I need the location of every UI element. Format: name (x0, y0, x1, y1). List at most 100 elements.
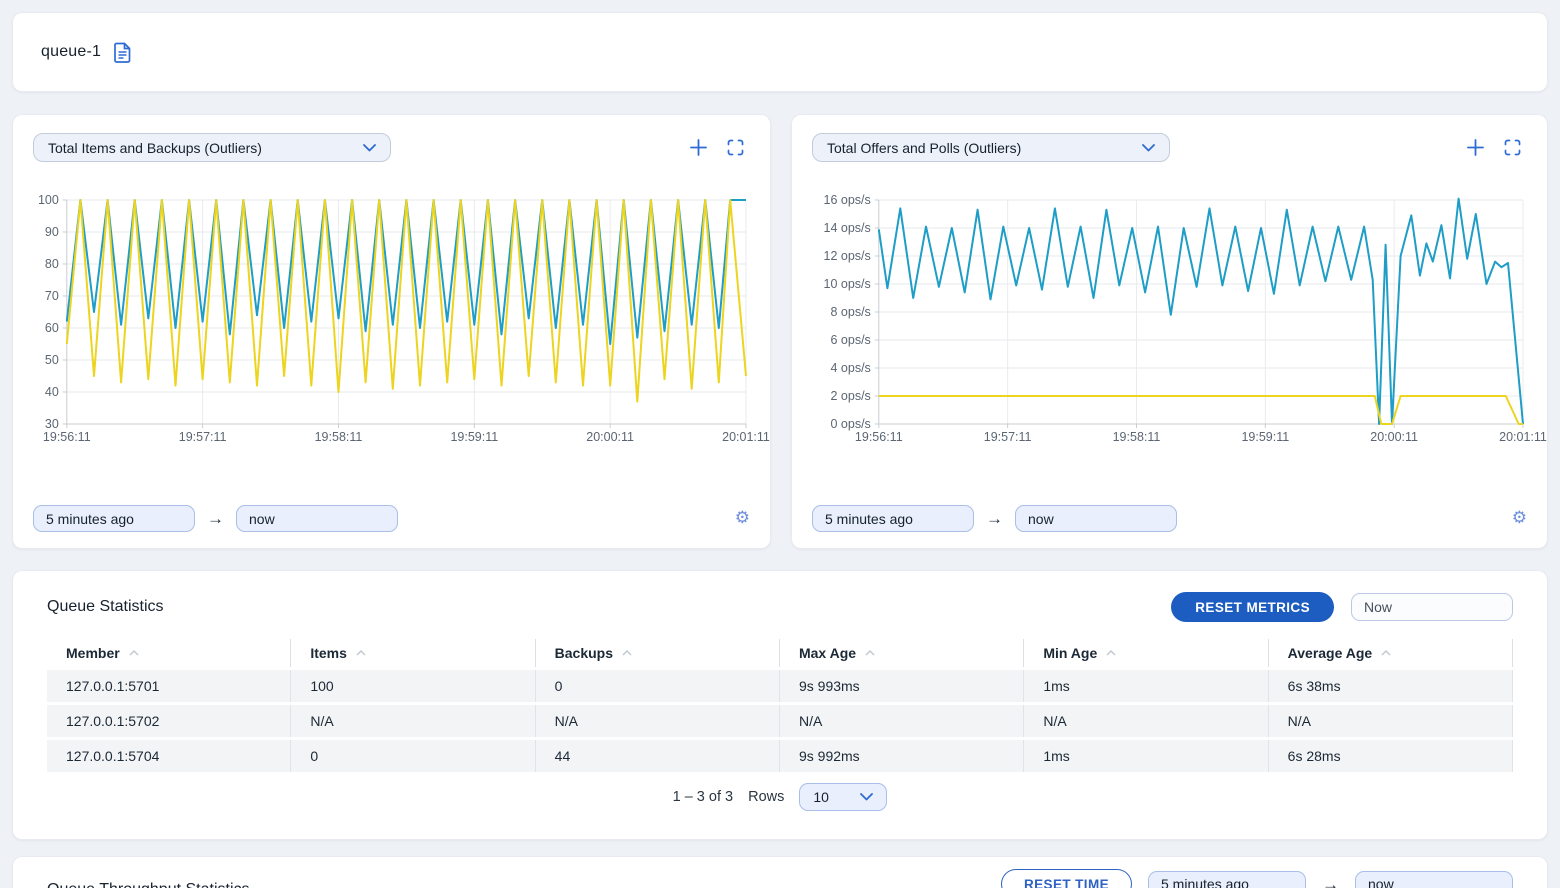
cell-items: 100 (291, 670, 535, 702)
cell-member: 127.0.0.1:5702 (47, 705, 291, 737)
metric-selector-label: Total Items and Backups (Outliers) (48, 140, 262, 156)
offers-polls-chart[interactable]: 0 ops/s 2 ops/s 4 ops/s 6 ops/s 8 ops/s 10 op… (812, 194, 1527, 446)
items-backups-chart-card: Total Items and Backups (Outliers) 30 40 5… (12, 114, 771, 549)
rows-per-page-select[interactable]: 10 (799, 783, 887, 811)
cell-max-age: 9s 993ms (780, 670, 1024, 702)
svg-text:60: 60 (45, 321, 59, 335)
chevron-down-icon (363, 144, 376, 152)
svg-text:100: 100 (38, 193, 59, 207)
time-from-input[interactable]: 5 minutes ago (33, 505, 195, 532)
svg-text:90: 90 (45, 225, 59, 239)
time-from-input[interactable]: 5 minutes ago (1148, 871, 1306, 888)
sort-asc-icon (356, 650, 366, 656)
svg-text:19:56:11: 19:56:11 (43, 430, 91, 444)
page-title: queue-1 (41, 43, 101, 61)
stats-time-input[interactable]: Now (1351, 593, 1513, 621)
cell-max-age: N/A (780, 705, 1024, 737)
svg-text:40: 40 (45, 385, 59, 399)
time-to-input[interactable]: now (1015, 505, 1177, 532)
cell-member: 127.0.0.1:5704 (47, 740, 291, 772)
table-row[interactable]: 127.0.0.1:5704 0 44 9s 992ms 1ms 6s 28ms (47, 740, 1513, 772)
svg-text:4 ops/s: 4 ops/s (830, 361, 870, 375)
sort-asc-icon (1381, 650, 1391, 656)
sort-asc-icon (129, 650, 139, 656)
svg-text:2 ops/s: 2 ops/s (830, 389, 870, 403)
column-header-average-age[interactable]: Average Age (1269, 639, 1513, 667)
svg-text:19:57:11: 19:57:11 (984, 430, 1032, 444)
cell-min-age: 1ms (1024, 740, 1268, 772)
svg-text:6 ops/s: 6 ops/s (830, 333, 870, 347)
column-header-backups[interactable]: Backups (536, 639, 780, 667)
svg-text:19:59:11: 19:59:11 (1241, 430, 1289, 444)
cell-backups: 0 (536, 670, 780, 702)
cell-items: 0 (291, 740, 535, 772)
cell-min-age: 1ms (1024, 670, 1268, 702)
cell-backups: 44 (536, 740, 780, 772)
svg-text:50: 50 (45, 353, 59, 367)
svg-text:12 ops/s: 12 ops/s (824, 249, 871, 263)
table-header: Member Items Backups Max Age Min Age Ave… (47, 639, 1513, 667)
chevron-down-icon (860, 793, 873, 801)
rows-per-page-label: Rows (748, 789, 784, 805)
svg-text:0 ops/s: 0 ops/s (830, 417, 870, 431)
queue-throughput-card: Queue Throughput Statistics RESET TIME 5… (12, 856, 1548, 888)
settings-gear-icon[interactable]: ⚙ (735, 510, 750, 527)
svg-text:19:57:11: 19:57:11 (179, 430, 227, 444)
metric-selector[interactable]: Total Items and Backups (Outliers) (33, 133, 391, 162)
column-header-min-age[interactable]: Min Age (1024, 639, 1268, 667)
cell-backups: N/A (536, 705, 780, 737)
svg-text:20:01:11: 20:01:11 (722, 430, 770, 444)
fullscreen-icon[interactable] (1504, 139, 1521, 156)
range-arrow-icon: → (986, 510, 1003, 527)
cell-min-age: N/A (1024, 705, 1268, 737)
cell-max-age: 9s 992ms (780, 740, 1024, 772)
svg-text:80: 80 (45, 257, 59, 271)
range-arrow-icon: → (1322, 876, 1339, 888)
svg-text:16 ops/s: 16 ops/s (824, 193, 871, 207)
svg-text:14 ops/s: 14 ops/s (824, 221, 871, 235)
cell-average-age: 6s 38ms (1269, 670, 1513, 702)
reset-time-button[interactable]: RESET TIME (1001, 869, 1132, 888)
column-header-max-age[interactable]: Max Age (780, 639, 1024, 667)
reset-metrics-button[interactable]: RESET METRICS (1171, 592, 1334, 622)
svg-text:10 ops/s: 10 ops/s (824, 277, 871, 291)
sort-asc-icon (622, 650, 632, 656)
cell-average-age: N/A (1269, 705, 1513, 737)
svg-text:19:58:11: 19:58:11 (1113, 430, 1161, 444)
svg-text:19:56:11: 19:56:11 (855, 430, 903, 444)
svg-text:19:59:11: 19:59:11 (450, 430, 498, 444)
column-header-member[interactable]: Member (47, 639, 291, 667)
add-chart-icon[interactable] (1467, 139, 1484, 156)
offers-polls-chart-card: Total Offers and Polls (Outliers) 0 ops/… (791, 114, 1548, 549)
queue-statistics-title: Queue Statistics (47, 598, 164, 616)
sort-asc-icon (1106, 650, 1116, 656)
svg-text:20:00:11: 20:00:11 (586, 430, 634, 444)
column-header-items[interactable]: Items (291, 639, 535, 667)
cell-member: 127.0.0.1:5701 (47, 670, 291, 702)
document-icon[interactable] (113, 42, 132, 63)
range-arrow-icon: → (207, 510, 224, 527)
metric-selector[interactable]: Total Offers and Polls (Outliers) (812, 133, 1170, 162)
queue-statistics-card: Queue Statistics RESET METRICS Now Membe… (12, 570, 1548, 840)
items-backups-chart[interactable]: 30 40 50 60 70 80 90 100 19:56:11 19:57:11 19:58:1… (33, 194, 750, 446)
time-to-input[interactable]: now (1355, 871, 1513, 888)
pagination-range: 1 – 3 of 3 (673, 789, 733, 805)
time-to-input[interactable]: now (236, 505, 398, 532)
add-chart-icon[interactable] (690, 139, 707, 156)
svg-text:20:01:11: 20:01:11 (1499, 430, 1547, 444)
queue-throughput-title: Queue Throughput Statistics (47, 881, 250, 888)
svg-text:20:00:11: 20:00:11 (1370, 430, 1418, 444)
svg-text:19:58:11: 19:58:11 (315, 430, 363, 444)
queue-header-card: queue-1 (12, 12, 1548, 92)
table-row[interactable]: 127.0.0.1:5701 100 0 9s 993ms 1ms 6s 38m… (47, 670, 1513, 702)
metric-selector-label: Total Offers and Polls (Outliers) (827, 140, 1021, 156)
time-from-input[interactable]: 5 minutes ago (812, 505, 974, 532)
svg-text:70: 70 (45, 289, 59, 303)
sort-asc-icon (865, 650, 875, 656)
fullscreen-icon[interactable] (727, 139, 744, 156)
settings-gear-icon[interactable]: ⚙ (1512, 510, 1527, 527)
table-row[interactable]: 127.0.0.1:5702 N/A N/A N/A N/A N/A (47, 705, 1513, 737)
svg-text:8 ops/s: 8 ops/s (830, 305, 870, 319)
cell-average-age: 6s 28ms (1269, 740, 1513, 772)
svg-text:30: 30 (45, 417, 59, 431)
